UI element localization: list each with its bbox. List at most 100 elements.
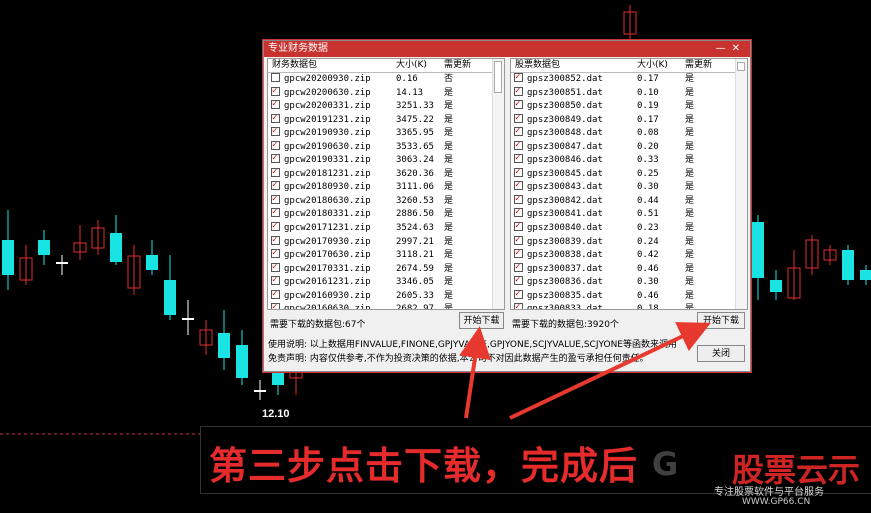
list-item[interactable]: gpsz300851.dat 0.10 是 — [511, 85, 747, 101]
list-item[interactable]: gpsz300840.dat 0.23 是 — [511, 220, 747, 236]
row-checkbox[interactable] — [271, 125, 280, 137]
list-item[interactable]: gpsz300852.dat 0.17 是 — [511, 71, 747, 87]
list-item[interactable]: gpcw20170630.zip 3118.21 是 — [268, 247, 504, 263]
row-checkbox[interactable] — [514, 166, 523, 178]
list-item[interactable]: gpcw20161231.zip 3346.05 是 — [268, 274, 504, 290]
row-checkbox[interactable] — [271, 98, 280, 110]
row-checkbox[interactable] — [271, 139, 280, 151]
row-checkbox[interactable] — [514, 274, 523, 286]
row-checkbox[interactable] — [514, 71, 523, 83]
row-checkbox[interactable] — [271, 234, 280, 246]
row-checkbox[interactable] — [514, 288, 523, 300]
watermark-tagline: 专注股票软件与平台服务 — [714, 487, 824, 498]
row-checkbox[interactable] — [514, 112, 523, 124]
row-size: 0.23 — [637, 223, 659, 234]
row-checkbox[interactable] — [271, 112, 280, 124]
row-update: 是 — [685, 223, 695, 234]
list-item[interactable]: gpsz300846.dat 0.33 是 — [511, 152, 747, 168]
header-size[interactable]: 大小(K) — [637, 59, 668, 72]
row-checkbox[interactable] — [514, 179, 523, 191]
candle-body — [164, 280, 176, 315]
row-name: gpsz300848.dat — [527, 128, 603, 139]
row-checkbox[interactable] — [514, 125, 523, 137]
row-checkbox[interactable] — [514, 261, 523, 273]
list-item[interactable]: gpcw20200930.zip 0.16 否 — [268, 73, 504, 87]
list-item[interactable]: gpcw20190630.zip 3533.65 是 — [268, 139, 504, 155]
start-download-financial-button[interactable]: 开始下载 — [459, 312, 504, 329]
list-item[interactable]: gpsz300850.dat 0.19 是 — [511, 98, 747, 114]
list-item[interactable]: gpsz300836.dat 0.30 是 — [511, 274, 747, 290]
list-item[interactable]: gpsz300841.dat 0.51 是 — [511, 206, 747, 222]
row-checkbox[interactable] — [514, 193, 523, 205]
row-checkbox[interactable] — [271, 220, 280, 232]
dialog-titlebar[interactable]: 专业财务数据 —✕ — [264, 41, 750, 57]
header-name[interactable]: 财务数据包 — [272, 59, 317, 72]
list-item[interactable]: gpcw20170930.zip 2997.21 是 — [268, 234, 504, 250]
row-size: 0.30 — [637, 182, 659, 193]
list-item[interactable]: gpcw20180930.zip 3111.06 是 — [268, 179, 504, 195]
list-item[interactable]: gpcw20180331.zip 2886.50 是 — [268, 206, 504, 222]
row-checkbox[interactable] — [271, 247, 280, 259]
list-item[interactable]: gpcw20181231.zip 3620.36 是 — [268, 166, 504, 182]
row-checkbox[interactable] — [271, 193, 280, 205]
row-update: 是 — [444, 114, 454, 125]
row-checkbox[interactable] — [514, 139, 523, 151]
list-item[interactable]: gpsz300838.dat 0.42 是 — [511, 247, 747, 263]
row-checkbox[interactable] — [514, 234, 523, 246]
list-item[interactable]: gpcw20170331.zip 2674.59 是 — [268, 261, 504, 277]
list-item[interactable]: gpcw20190331.zip 3063.24 是 — [268, 152, 504, 168]
list-item[interactable]: gpsz300833.dat 0.18 是 — [511, 301, 747, 309]
row-checkbox[interactable] — [514, 247, 523, 259]
list-item[interactable]: gpcw20160630.zip 2682.97 是 — [268, 301, 504, 310]
list-item[interactable]: gpcw20171231.zip 3524.63 是 — [268, 220, 504, 236]
row-checkbox[interactable] — [271, 73, 280, 82]
start-download-stock-button[interactable]: 开始下载 — [697, 312, 745, 329]
list-item[interactable]: gpsz300842.dat 0.44 是 — [511, 193, 747, 209]
list-item[interactable]: gpsz300837.dat 0.46 是 — [511, 261, 747, 277]
left-scroll-thumb[interactable] — [494, 61, 502, 93]
header-size[interactable]: 大小(K) — [396, 59, 427, 72]
list-item[interactable]: gpsz300849.dat 0.17 是 — [511, 112, 747, 128]
header-name[interactable]: 股票数据包 — [515, 59, 560, 72]
row-checkbox[interactable] — [271, 274, 280, 286]
row-checkbox[interactable] — [514, 85, 523, 97]
row-checkbox[interactable] — [271, 166, 280, 178]
list-item[interactable]: gpcw20190930.zip 3365.95 是 — [268, 125, 504, 141]
row-checkbox[interactable] — [514, 206, 523, 218]
row-checkbox[interactable] — [514, 220, 523, 232]
right-scroll-thumb[interactable] — [737, 62, 745, 71]
row-checkbox[interactable] — [271, 206, 280, 218]
close-icon[interactable]: ✕ — [732, 43, 746, 54]
close-dialog-button[interactable]: 关闭 — [697, 345, 745, 362]
list-item[interactable]: gpcw20200630.zip 14.13 是 — [268, 85, 504, 101]
list-item[interactable]: gpcw20191231.zip 3475.22 是 — [268, 112, 504, 128]
row-checkbox[interactable] — [271, 301, 280, 309]
row-update: 是 — [444, 101, 454, 112]
list-item[interactable]: gpsz300848.dat 0.08 是 — [511, 125, 747, 141]
list-item[interactable]: gpcw20160930.zip 2605.33 是 — [268, 288, 504, 304]
list-item[interactable]: gpcw20200331.zip 3251.33 是 — [268, 98, 504, 114]
left-list-scrollbar[interactable] — [492, 59, 504, 309]
header-update[interactable]: 需更新 — [444, 59, 471, 72]
row-checkbox[interactable] — [271, 179, 280, 191]
list-item[interactable]: gpsz300847.dat 0.20 是 — [511, 139, 747, 155]
row-checkbox[interactable] — [271, 85, 280, 97]
list-item[interactable]: gpsz300835.dat 0.46 是 — [511, 288, 747, 304]
list-item[interactable]: gpsz300843.dat 0.30 是 — [511, 179, 747, 195]
row-checkbox[interactable] — [271, 152, 280, 164]
row-checkbox[interactable] — [514, 98, 523, 110]
candle-body — [842, 250, 854, 280]
row-checkbox[interactable] — [514, 152, 523, 164]
row-checkbox[interactable] — [271, 288, 280, 300]
list-item[interactable]: gpsz300839.dat 0.24 是 — [511, 234, 747, 250]
row-checkbox[interactable] — [514, 301, 523, 309]
header-update[interactable]: 需更新 — [685, 59, 712, 72]
list-item[interactable]: gpcw20180630.zip 3260.53 是 — [268, 193, 504, 209]
minimize-icon[interactable]: — — [716, 43, 732, 54]
row-update: 是 — [444, 304, 454, 310]
row-checkbox[interactable] — [271, 261, 280, 273]
right-list-scrollbar[interactable] — [735, 59, 747, 309]
row-name: gpsz300838.dat — [527, 250, 603, 261]
row-size: 0.46 — [637, 263, 659, 274]
list-item[interactable]: gpsz300845.dat 0.25 是 — [511, 166, 747, 182]
